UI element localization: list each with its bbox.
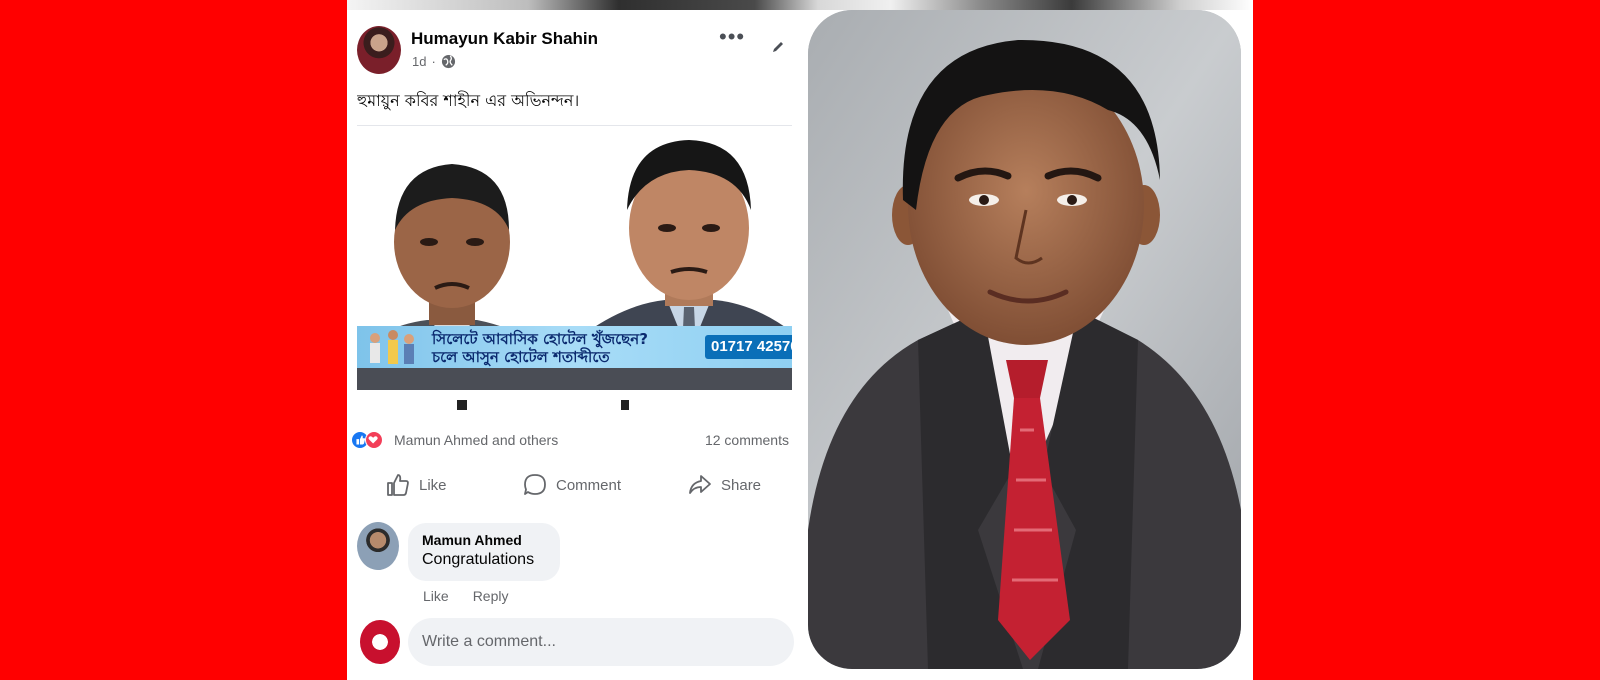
edit-icon[interactable] (771, 40, 785, 54)
author-name[interactable]: Humayun Kabir Shahin (411, 29, 598, 49)
post-actions: Like Comment Share (357, 465, 792, 505)
love-reaction-icon (365, 431, 383, 449)
post-meta: 1d · (412, 54, 456, 69)
comment-bubble-icon (524, 474, 546, 495)
author-avatar[interactable] (357, 26, 401, 74)
comment-button-label: Comment (556, 476, 622, 494)
write-comment-row (357, 616, 795, 672)
comment-author[interactable]: Mamun Ahmed (422, 531, 546, 549)
comments-count[interactable]: 12 comments (705, 432, 789, 448)
image-suit-strip (357, 368, 792, 390)
portrait-photo (808, 10, 1241, 669)
write-comment-input[interactable] (408, 618, 794, 666)
share-arrow-icon (689, 475, 711, 494)
image-lower-area (357, 390, 792, 413)
portrait-illustration (808, 10, 1241, 669)
more-options-icon[interactable]: ••• (719, 26, 745, 48)
post-text: হুমায়ুন কবির শাহীন এর অভিনন্দন। (357, 91, 580, 110)
ad-phone-number: 01717 42570 (705, 335, 792, 359)
comment-reply-link[interactable]: Reply (473, 588, 509, 604)
collage-canvas: Humayun Kabir Shahin 1d · ••• হুমায়ুন ক… (347, 0, 1253, 680)
hotel-ad-banner: সিলেটে আবাসিক হোটেল খুঁজছেন? চলে আসুন হো… (357, 326, 792, 368)
globe-icon (441, 54, 455, 69)
reactions-label[interactable]: Mamun Ahmed and others (394, 432, 558, 448)
post-header: Humayun Kabir Shahin 1d · ••• (357, 24, 787, 76)
comment-text: Congratulations (422, 551, 535, 568)
reactions-row[interactable]: Mamun Ahmed and others 12 comments (351, 428, 795, 452)
cropped-text-fragment (621, 400, 629, 410)
thumbs-up-icon (387, 474, 409, 496)
post-time[interactable]: 1d (412, 54, 426, 69)
commenter-avatar[interactable] (357, 522, 399, 570)
comment-button[interactable]: Comment (522, 471, 621, 499)
meta-separator: · (431, 54, 436, 69)
comment-actions: Like Reply (423, 588, 508, 604)
share-button[interactable]: Share (687, 471, 761, 499)
comment-like-link[interactable]: Like (423, 588, 449, 604)
post-divider (357, 125, 792, 126)
current-user-avatar (360, 620, 400, 664)
share-button-label: Share (721, 476, 762, 494)
facebook-post: Humayun Kabir Shahin 1d · ••• হুমায়ুন ক… (347, 10, 795, 680)
like-button-label: Like (419, 476, 447, 494)
comment-item: Mamun Ahmed Congratulations Like Reply (357, 522, 792, 612)
comment-bubble: Mamun Ahmed Congratulations (408, 523, 560, 581)
ad-people-graphic (370, 330, 414, 364)
top-photo-strip (347, 0, 1253, 10)
like-button[interactable]: Like (385, 471, 447, 499)
cropped-text-fragment (457, 400, 467, 410)
post-image[interactable]: সিলেটে আবাসিক হোটেল খুঁজছেন? চলে আসুন হো… (357, 128, 792, 413)
